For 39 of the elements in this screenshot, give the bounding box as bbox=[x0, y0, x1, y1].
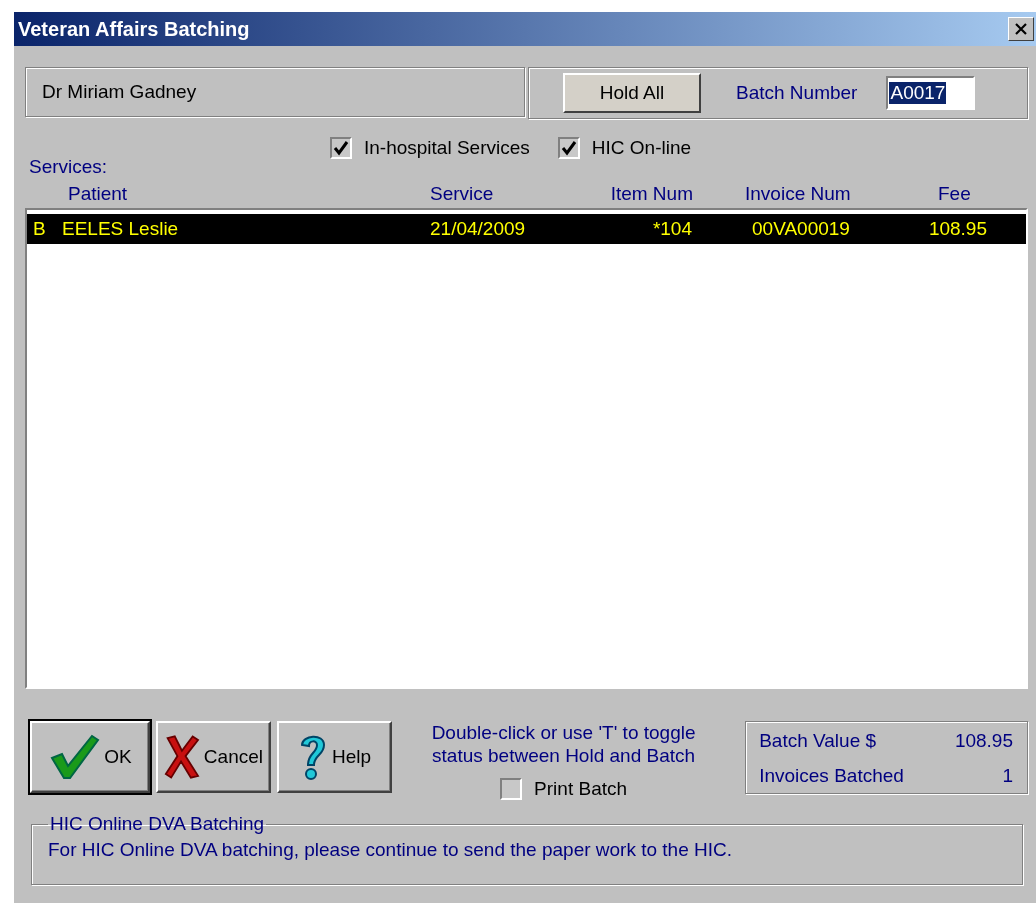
table-cell-text: 108.95 bbox=[927, 218, 987, 240]
summary-label: Batch Value $ bbox=[759, 730, 878, 753]
column-header: Invoice Num bbox=[745, 183, 852, 205]
group-message: For HIC Online DVA batching, please continue to send the paper work to the HIC. bbox=[48, 839, 733, 861]
checkbox[interactable] bbox=[330, 137, 352, 159]
services-label: Services: bbox=[29, 156, 108, 177]
help-button[interactable]: Help bbox=[277, 721, 392, 793]
table-cell-text: 21/04/2009 bbox=[430, 218, 527, 240]
column-header: Fee bbox=[938, 183, 972, 205]
hint-text: status between Hold and Batch bbox=[432, 744, 696, 767]
table-cell-text: *104 bbox=[651, 218, 692, 240]
doctor-name: Dr Miriam Gadney bbox=[42, 81, 197, 103]
column-header: Service bbox=[430, 183, 495, 205]
checkbox[interactable] bbox=[557, 137, 580, 159]
batch-number-field[interactable]: A0017 bbox=[886, 76, 976, 110]
close-icon bbox=[1015, 23, 1027, 35]
summary-value: 108.95 bbox=[954, 730, 1013, 753]
service-row[interactable]: B EELES Leslie 21/04/2009 *104 00VA00019 108.95 bbox=[27, 214, 1026, 244]
batch-number-label: Batch Number bbox=[736, 82, 858, 104]
checkbox-label: HIC On-line bbox=[591, 137, 692, 159]
summary-value: 1 bbox=[1001, 764, 1013, 788]
ok-button[interactable]: OK bbox=[30, 721, 150, 793]
hint-text: Double-click or use 'T' to toggle bbox=[431, 721, 696, 744]
summary-label: Invoices Batched bbox=[759, 764, 905, 788]
hold-all-button[interactable]: Hold All bbox=[563, 73, 701, 113]
check-icon bbox=[48, 734, 101, 780]
table-cell-text: B bbox=[33, 218, 47, 240]
column-header: Item Num bbox=[609, 183, 693, 205]
table-cell-text: EELES Leslie bbox=[62, 218, 180, 240]
close-button[interactable] bbox=[1008, 17, 1034, 41]
table-cell-text: 00VA00019 bbox=[752, 218, 851, 240]
cross-icon bbox=[164, 732, 200, 782]
window-title: Veteran Affairs Batching bbox=[18, 17, 250, 41]
cancel-button[interactable]: Cancel bbox=[156, 721, 271, 793]
checkbox-label: Print Batch bbox=[534, 777, 628, 800]
column-header: Patient bbox=[68, 183, 129, 205]
checkbox-label: In-hospital Services bbox=[364, 137, 530, 159]
group-title: HIC Online DVA Batching bbox=[49, 813, 266, 835]
checkbox[interactable] bbox=[500, 777, 523, 800]
